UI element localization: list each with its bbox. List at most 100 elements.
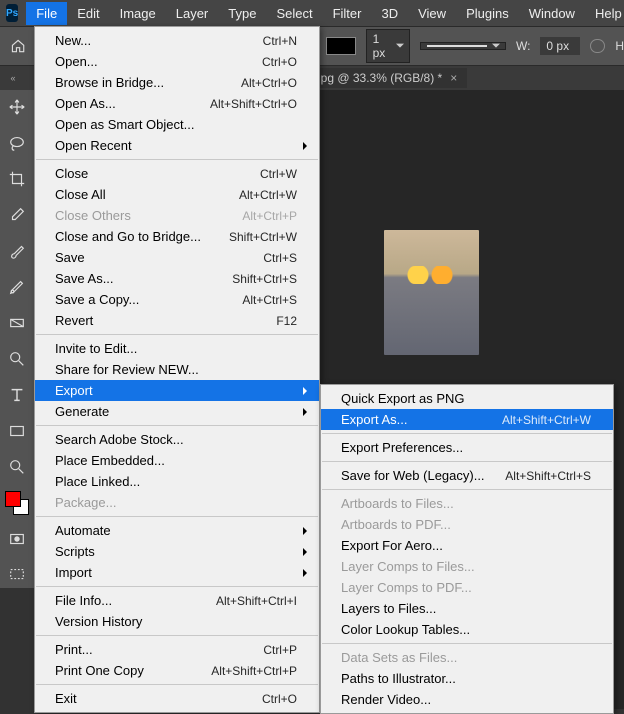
- move-tool[interactable]: [4, 94, 30, 120]
- menu-item-shortcut: Alt+Shift+Ctrl+I: [216, 594, 297, 608]
- file-menu-item-scripts[interactable]: Scripts: [35, 541, 319, 562]
- stroke-width-dropdown[interactable]: 1 px: [366, 29, 410, 63]
- close-icon[interactable]: ×: [450, 71, 457, 85]
- eyedropper-tool[interactable]: [4, 202, 30, 228]
- export-menu-item-paths-to-illustrator[interactable]: Paths to Illustrator...: [321, 668, 613, 689]
- export-menu-item-export-as[interactable]: Export As...Alt+Shift+Ctrl+W: [321, 409, 613, 430]
- export-menu-item-export-for-aero[interactable]: Export For Aero...: [321, 535, 613, 556]
- gradient-tool[interactable]: [4, 310, 30, 336]
- file-menu-item-save-a-copy[interactable]: Save a Copy...Alt+Ctrl+S: [35, 289, 319, 310]
- menu-item-label: Close: [55, 166, 260, 181]
- file-menu-item-save[interactable]: SaveCtrl+S: [35, 247, 319, 268]
- file-menu-item-browse-in-bridge[interactable]: Browse in Bridge...Alt+Ctrl+O: [35, 72, 319, 93]
- file-menu-item-print[interactable]: Print...Ctrl+P: [35, 639, 319, 660]
- file-menu-item-generate[interactable]: Generate: [35, 401, 319, 422]
- menu-filter[interactable]: Filter: [323, 2, 372, 25]
- export-submenu: Quick Export as PNGExport As...Alt+Shift…: [320, 384, 614, 714]
- document-tab[interactable]: jpg @ 33.3% (RGB/8) * ×: [308, 68, 467, 88]
- menu-item-shortcut: F12: [276, 314, 297, 328]
- stroke-style-dropdown[interactable]: [420, 42, 506, 50]
- menu-3d[interactable]: 3D: [371, 2, 408, 25]
- file-menu-item-open-as-smart-object[interactable]: Open as Smart Object...: [35, 114, 319, 135]
- menu-window[interactable]: Window: [519, 2, 585, 25]
- file-menu-item-automate[interactable]: Automate: [35, 520, 319, 541]
- menu-item-label: Import: [55, 565, 297, 580]
- file-menu-item-separator: [36, 586, 318, 587]
- foreground-color-swatch[interactable]: [5, 491, 21, 507]
- menu-item-shortcut: Shift+Ctrl+W: [229, 230, 297, 244]
- quick-mask-toggle[interactable]: [4, 526, 30, 552]
- menu-item-shortcut: Alt+Ctrl+S: [242, 293, 297, 307]
- menu-item-label: Place Linked...: [55, 474, 297, 489]
- export-menu-item-color-lookup-tables[interactable]: Color Lookup Tables...: [321, 619, 613, 640]
- file-menu-item-search-adobe-stock[interactable]: Search Adobe Stock...: [35, 429, 319, 450]
- menu-edit[interactable]: Edit: [67, 2, 109, 25]
- menu-view[interactable]: View: [408, 2, 456, 25]
- foreground-background-colors[interactable]: [4, 490, 30, 516]
- export-menu-item-separator: [322, 489, 612, 490]
- file-menu-item-open[interactable]: Open...Ctrl+O: [35, 51, 319, 72]
- file-menu-item-version-history[interactable]: Version History: [35, 611, 319, 632]
- file-menu-dropdown: New...Ctrl+NOpen...Ctrl+OBrowse in Bridg…: [34, 26, 320, 713]
- menu-item-label: Version History: [55, 614, 297, 629]
- menu-item-label: Render Video...: [341, 692, 591, 707]
- app-logo: Ps: [6, 4, 18, 22]
- menu-item-label: Export For Aero...: [341, 538, 591, 553]
- file-menu-item-invite-to-edit[interactable]: Invite to Edit...: [35, 338, 319, 359]
- screen-mode-toggle[interactable]: [4, 562, 30, 588]
- file-menu-item-place-embedded[interactable]: Place Embedded...: [35, 450, 319, 471]
- file-menu-item-exit[interactable]: ExitCtrl+O: [35, 688, 319, 709]
- file-menu-item-close-and-go-to-bridge[interactable]: Close and Go to Bridge...Shift+Ctrl+W: [35, 226, 319, 247]
- file-menu-item-file-info[interactable]: File Info...Alt+Shift+Ctrl+I: [35, 590, 319, 611]
- lasso-tool[interactable]: [4, 130, 30, 156]
- fill-swatch[interactable]: [326, 37, 355, 55]
- menu-item-shortcut: Alt+Ctrl+P: [242, 209, 297, 223]
- export-menu-item-save-for-web-legacy[interactable]: Save for Web (Legacy)...Alt+Shift+Ctrl+S: [321, 465, 613, 486]
- type-tool[interactable]: [4, 382, 30, 408]
- home-icon[interactable]: [10, 36, 26, 56]
- export-menu-item-export-preferences[interactable]: Export Preferences...: [321, 437, 613, 458]
- file-menu-item-separator: [36, 334, 318, 335]
- file-menu-item-save-as[interactable]: Save As...Shift+Ctrl+S: [35, 268, 319, 289]
- menu-item-label: Search Adobe Stock...: [55, 432, 297, 447]
- export-menu-item-render-video[interactable]: Render Video...: [321, 689, 613, 710]
- export-menu-item-layers-to-files[interactable]: Layers to Files...: [321, 598, 613, 619]
- export-menu-item-quick-export-as-png[interactable]: Quick Export as PNG: [321, 388, 613, 409]
- menu-image[interactable]: Image: [110, 2, 166, 25]
- healing-brush-tool[interactable]: [4, 274, 30, 300]
- file-menu-item-open-as[interactable]: Open As...Alt+Shift+Ctrl+O: [35, 93, 319, 114]
- menu-item-label: Artboards to PDF...: [341, 517, 591, 532]
- file-menu-item-new[interactable]: New...Ctrl+N: [35, 30, 319, 51]
- menu-item-label: Save: [55, 250, 263, 265]
- file-menu-item-open-recent[interactable]: Open Recent: [35, 135, 319, 156]
- menu-file[interactable]: File: [26, 2, 67, 25]
- menu-layer[interactable]: Layer: [166, 2, 219, 25]
- file-menu-item-revert[interactable]: RevertF12: [35, 310, 319, 331]
- menu-item-label: Save a Copy...: [55, 292, 242, 307]
- menu-help[interactable]: Help: [585, 2, 624, 25]
- file-menu-item-print-one-copy[interactable]: Print One CopyAlt+Shift+Ctrl+P: [35, 660, 319, 681]
- menu-item-label: Place Embedded...: [55, 453, 297, 468]
- link-icon[interactable]: [590, 39, 605, 53]
- menu-plugins[interactable]: Plugins: [456, 2, 519, 25]
- menu-item-shortcut: Shift+Ctrl+S: [232, 272, 297, 286]
- file-menu-item-place-linked[interactable]: Place Linked...: [35, 471, 319, 492]
- file-menu-item-share-for-review-new[interactable]: Share for Review NEW...: [35, 359, 319, 380]
- file-menu-item-export[interactable]: Export: [35, 380, 319, 401]
- menu-item-label: Print...: [55, 642, 263, 657]
- brush-tool[interactable]: [4, 238, 30, 264]
- crop-tool[interactable]: [4, 166, 30, 192]
- file-menu-item-import[interactable]: Import: [35, 562, 319, 583]
- export-menu-item-separator: [322, 461, 612, 462]
- zoom-tool[interactable]: [4, 454, 30, 480]
- menu-select[interactable]: Select: [266, 2, 322, 25]
- menu-type[interactable]: Type: [218, 2, 266, 25]
- width-value[interactable]: 0 px: [540, 37, 580, 55]
- menu-item-label: Save As...: [55, 271, 232, 286]
- file-menu-item-close-all[interactable]: Close AllAlt+Ctrl+W: [35, 184, 319, 205]
- tab-collapse-icon[interactable]: «: [6, 73, 20, 83]
- menu-item-shortcut: Ctrl+P: [263, 643, 297, 657]
- dodge-tool[interactable]: [4, 346, 30, 372]
- file-menu-item-close[interactable]: CloseCtrl+W: [35, 163, 319, 184]
- rectangle-tool[interactable]: [4, 418, 30, 444]
